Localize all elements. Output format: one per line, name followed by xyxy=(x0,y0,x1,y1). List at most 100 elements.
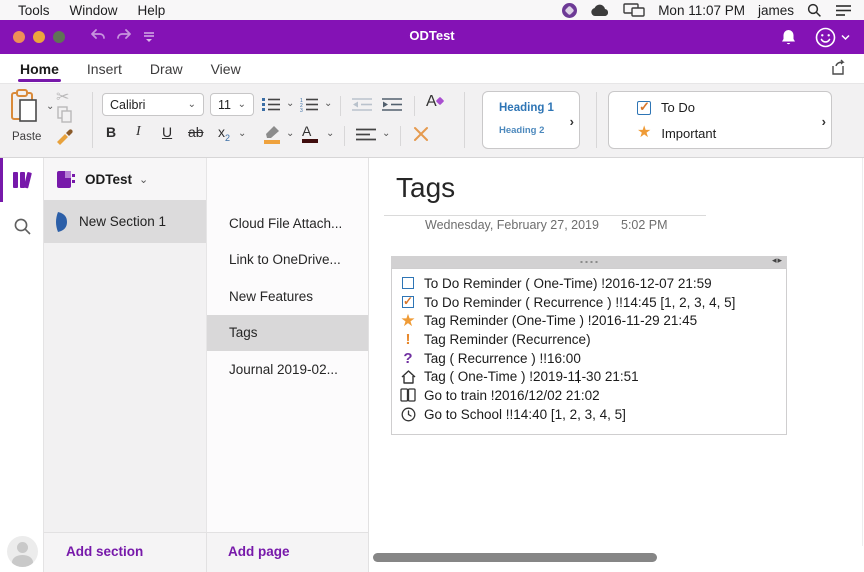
cut-scissors-icon[interactable]: ✂ xyxy=(56,87,69,107)
notebook-chevron-icon[interactable]: ⌄ xyxy=(139,173,148,186)
note-line[interactable]: Go to train !2016/12/02 21:02 xyxy=(398,386,778,405)
tags-expand-chevron-icon[interactable]: › xyxy=(822,114,826,129)
decrease-indent-icon[interactable] xyxy=(352,97,372,112)
section-row-new-section-1[interactable]: New Section 1 xyxy=(44,200,206,243)
section-label: New Section 1 xyxy=(79,214,166,229)
screen-mirroring-icon[interactable] xyxy=(623,3,645,17)
checkbox-checked-icon[interactable] xyxy=(402,296,414,308)
note-line[interactable]: Tag ( One-Time ) !2019-11-30 21:51 xyxy=(398,367,778,386)
strikethrough-button[interactable]: ab xyxy=(188,124,204,140)
book-icon[interactable] xyxy=(398,388,418,402)
app-status-icon[interactable] xyxy=(562,3,577,18)
bulleted-list-chevron-icon[interactable]: ⌄ xyxy=(286,98,294,109)
text-cursor xyxy=(578,370,579,383)
tab-view[interactable]: View xyxy=(209,54,243,84)
window-titlebar: ODTest xyxy=(0,20,864,54)
note-container[interactable]: ◂▸ To Do Reminder ( One-Time) !2016-12-0… xyxy=(391,256,787,435)
page-row[interactable]: New Features xyxy=(207,278,368,315)
delete-x-icon[interactable] xyxy=(412,125,430,143)
style-heading2[interactable]: Heading 2 xyxy=(499,125,544,136)
menu-window[interactable]: Window xyxy=(70,3,118,18)
clear-formatting-icon[interactable]: A xyxy=(426,93,445,111)
navigation-rail xyxy=(0,158,44,572)
subscript-button[interactable]: x2 xyxy=(218,124,230,143)
onenote-window: Tools Window Help Mon 11:07 PM james xyxy=(0,0,864,572)
search-button[interactable] xyxy=(0,204,44,248)
horizontal-scrollbar-thumb[interactable] xyxy=(373,553,657,562)
copy-icon[interactable] xyxy=(57,106,72,123)
exclamation-icon[interactable]: ! xyxy=(406,331,411,348)
styles-expand-chevron-icon[interactable]: › xyxy=(570,114,574,129)
highlight-color-icon[interactable] xyxy=(262,125,282,144)
numbered-list-chevron-icon[interactable]: ⌄ xyxy=(324,98,332,109)
resize-arrows-icon[interactable]: ◂▸ xyxy=(772,255,783,266)
subscript-chevron-icon[interactable]: ⌄ xyxy=(238,128,246,139)
note-line[interactable]: ? Tag ( Recurrence ) !!16:00 xyxy=(398,349,778,368)
note-body[interactable]: To Do Reminder ( One-Time) !2016-12-07 2… xyxy=(391,268,787,435)
page-title[interactable]: Tags xyxy=(396,172,455,204)
pages-list: Cloud File Attach... Link to OneDrive...… xyxy=(206,158,368,532)
account-avatar[interactable] xyxy=(7,536,38,567)
underline-button[interactable]: U xyxy=(162,124,172,140)
page-row-selected[interactable]: Tags xyxy=(207,315,368,352)
increase-indent-icon[interactable] xyxy=(382,97,402,112)
page-row[interactable]: Cloud File Attach... xyxy=(207,205,368,242)
window-title: ODTest xyxy=(0,28,864,43)
notebooks-button[interactable] xyxy=(0,158,44,202)
clock-icon[interactable] xyxy=(398,407,418,422)
star-icon[interactable]: ★ xyxy=(400,312,415,329)
tab-insert[interactable]: Insert xyxy=(85,54,124,84)
share-icon[interactable] xyxy=(830,59,848,77)
notebook-icon xyxy=(56,170,75,189)
notification-center-icon[interactable] xyxy=(835,4,852,17)
spotlight-search-icon[interactable] xyxy=(807,3,822,18)
paste-chevron-icon[interactable]: ⌄ xyxy=(46,101,54,112)
note-line[interactable]: To Do Reminder ( One-Time) !2016-12-07 2… xyxy=(398,274,778,293)
style-heading1[interactable]: Heading 1 xyxy=(499,102,554,114)
note-container-handle[interactable]: ◂▸ xyxy=(391,256,787,268)
add-section-button[interactable]: Add section xyxy=(66,544,143,559)
paragraph-align-icon[interactable] xyxy=(356,128,376,141)
search-icon xyxy=(13,217,32,236)
italic-button[interactable]: I xyxy=(136,124,141,140)
note-line[interactable]: ★ Tag Reminder (One-Time ) !2016-11-29 2… xyxy=(398,311,778,330)
question-icon[interactable]: ? xyxy=(403,350,412,367)
onedrive-cloud-icon[interactable] xyxy=(590,4,610,17)
page-row[interactable]: Journal 2019-02... xyxy=(207,351,368,388)
tag-todo-item[interactable]: To Do xyxy=(637,100,695,115)
align-chevron-icon[interactable]: ⌄ xyxy=(382,128,390,139)
menu-tools[interactable]: Tools xyxy=(18,3,50,18)
font-size-select[interactable]: 11⌄ xyxy=(210,93,254,116)
note-line[interactable]: To Do Reminder ( Recurrence ) !!14:45 [1… xyxy=(398,293,778,312)
page-canvas[interactable]: Tags Wednesday, February 27, 2019 5:02 P… xyxy=(368,158,864,572)
tag-todo-label: To Do xyxy=(661,100,695,115)
bulleted-list-icon[interactable] xyxy=(262,97,280,112)
page-date: Wednesday, February 27, 2019 xyxy=(425,218,599,232)
font-color-icon[interactable]: A xyxy=(302,123,318,143)
account-menu[interactable] xyxy=(815,27,850,48)
tag-important-item[interactable]: ★ Important xyxy=(637,125,716,141)
format-painter-icon[interactable] xyxy=(55,126,75,146)
font-color-chevron-icon[interactable]: ⌄ xyxy=(326,128,334,139)
styles-gallery[interactable]: Heading 1 Heading 2 › xyxy=(482,91,580,149)
font-name-select[interactable]: Calibri⌄ xyxy=(102,93,204,116)
add-page-button[interactable]: Add page xyxy=(228,544,290,559)
section-tab-icon xyxy=(56,211,69,233)
note-line[interactable]: Go to School !!14:40 [1, 2, 3, 4, 5] xyxy=(398,405,778,424)
menubar-clock[interactable]: Mon 11:07 PM xyxy=(658,3,745,18)
notifications-bell-icon[interactable] xyxy=(780,28,797,47)
menu-help[interactable]: Help xyxy=(138,3,166,18)
checkbox-empty-icon[interactable] xyxy=(402,277,414,289)
highlight-chevron-icon[interactable]: ⌄ xyxy=(286,128,294,139)
page-row[interactable]: Link to OneDrive... xyxy=(207,242,368,279)
ribbon-toolbar: ⌄ Paste ✂ Calibri⌄ 11⌄ ⌄ 123 ⌄ xyxy=(0,84,864,158)
tab-draw[interactable]: Draw xyxy=(148,54,185,84)
note-line[interactable]: ! Tag Reminder (Recurrence) xyxy=(398,330,778,349)
bold-button[interactable]: B xyxy=(106,124,116,140)
tags-gallery[interactable]: To Do ★ Important › xyxy=(608,91,832,149)
numbered-list-icon[interactable]: 123 xyxy=(300,97,318,112)
paste-button[interactable]: ⌄ Paste xyxy=(10,89,88,123)
home-icon[interactable] xyxy=(398,370,418,384)
menubar-user[interactable]: james xyxy=(758,3,794,18)
tab-home[interactable]: Home xyxy=(18,54,61,84)
